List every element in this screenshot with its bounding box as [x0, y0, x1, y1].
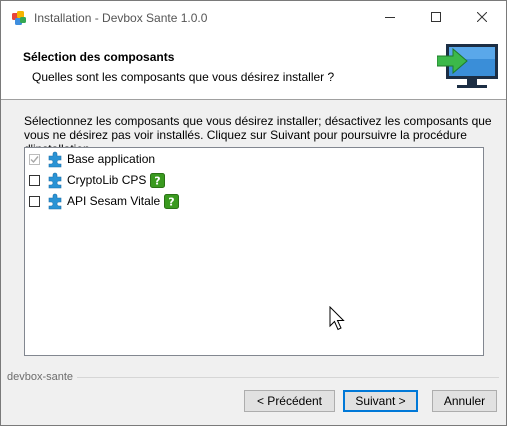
component-cryptolib-cps[interactable]: CryptoLib CPS ?: [29, 171, 166, 189]
maximize-icon: [431, 12, 441, 22]
maximize-button[interactable]: [413, 1, 459, 33]
next-button[interactable]: Suivant >: [343, 390, 418, 412]
component-base-application[interactable]: Base application: [29, 150, 155, 168]
checkmark-icon: [30, 155, 39, 163]
title-bar[interactable]: Installation - Devbox Sante 1.0.0: [1, 1, 506, 33]
app-icon: [12, 11, 26, 25]
help-icon[interactable]: ?: [150, 172, 166, 188]
installer-window: Installation - Devbox Sante 1.0.0 Sélect…: [0, 0, 507, 426]
close-button[interactable]: [459, 1, 505, 33]
components-list[interactable]: Base application CryptoLib CPS ? API Ses…: [24, 147, 484, 356]
puzzle-icon: [48, 172, 62, 189]
close-icon: [477, 12, 487, 22]
wizard-header: Sélection des composants Quelles sont le…: [1, 33, 506, 100]
checkbox-base-application[interactable]: [29, 153, 40, 165]
page-subtitle: Quelles sont les composants que vous dés…: [32, 70, 335, 84]
svg-text:?: ?: [155, 174, 161, 187]
page-title: Sélection des composants: [23, 50, 175, 64]
checkbox-api-sesam-vitale[interactable]: [29, 195, 40, 207]
svg-text:?: ?: [168, 195, 174, 208]
minimize-button[interactable]: [367, 1, 413, 33]
component-label: API Sesam Vitale: [67, 194, 161, 208]
component-label: CryptoLib CPS: [67, 173, 147, 187]
back-button[interactable]: < Précédent: [244, 390, 335, 412]
puzzle-icon: [48, 193, 62, 210]
brand-label: devbox-sante: [7, 371, 78, 383]
window-title: Installation - Devbox Sante 1.0.0: [34, 11, 208, 25]
puzzle-icon: [48, 151, 62, 168]
footer-divider: [7, 377, 499, 378]
component-api-sesam-vitale[interactable]: API Sesam Vitale ?: [29, 192, 180, 210]
cancel-button[interactable]: Annuler: [432, 390, 497, 412]
mouse-cursor-icon: [329, 306, 345, 331]
minimize-icon: [385, 17, 395, 18]
help-icon[interactable]: ?: [164, 193, 180, 209]
component-label: Base application: [67, 152, 156, 166]
checkbox-cryptolib-cps[interactable]: [29, 174, 40, 186]
monitor-install-icon: [437, 44, 498, 88]
